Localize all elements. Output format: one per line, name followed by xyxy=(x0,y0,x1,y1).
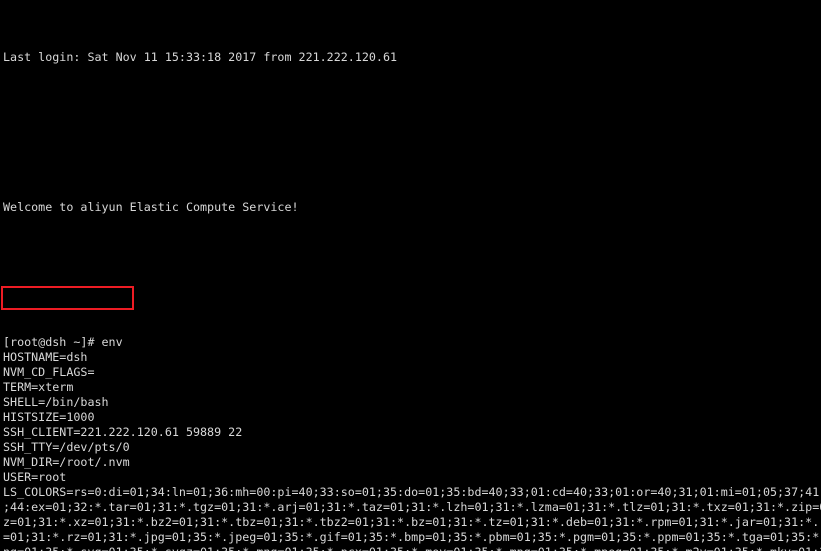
executed-command-line: [root@dsh ~]# env xyxy=(3,335,123,349)
output-line: =01;31:*.rz=01;31:*.jpg=01;35:*.jpeg=01;… xyxy=(3,530,821,544)
terminal-screen[interactable]: Last login: Sat Nov 11 15:33:18 2017 fro… xyxy=(0,0,821,551)
output-line: LS_COLORS=rs=0:di=01;34:ln=01;36:mh=00:p… xyxy=(3,485,821,499)
output-line: USER=root xyxy=(3,470,67,484)
output-line: SHELL=/bin/bash xyxy=(3,395,109,409)
output-line: ng=01;35:*.svg=01;35:*.svgz=01;35:*.mng=… xyxy=(3,545,821,551)
command-output: HOSTNAME=dsh NVM_CD_FLAGS= TERM=xterm SHELL… xyxy=(3,350,821,551)
output-line: z=01;31:*.xz=01;31:*.bz2=01;31:*.tbz=01;… xyxy=(3,515,821,529)
output-line: HISTSIZE=1000 xyxy=(3,410,95,424)
red-highlight-box xyxy=(1,286,134,310)
output-line: ;44:ex=01;32:*.tar=01;31:*.tgz=01;31:*.a… xyxy=(3,500,821,514)
highlighted-command-row[interactable]: [root@dsh ~]# env xyxy=(1,286,821,349)
command-line-row: Welcome to aliyun Elastic Compute Servic… xyxy=(3,170,821,214)
login-banner-line: Last login: Sat Nov 11 15:33:18 2017 fro… xyxy=(3,50,398,64)
command-line: Welcome to aliyun Elastic Compute Servic… xyxy=(3,200,299,214)
output-line: SSH_TTY=/dev/pts/0 xyxy=(3,440,130,454)
output-line: TERM=xterm xyxy=(3,380,74,394)
output-line: SSH_CLIENT=221.222.120.61 59889 22 xyxy=(3,425,243,439)
output-line: NVM_DIR=/root/.nvm xyxy=(3,455,130,469)
